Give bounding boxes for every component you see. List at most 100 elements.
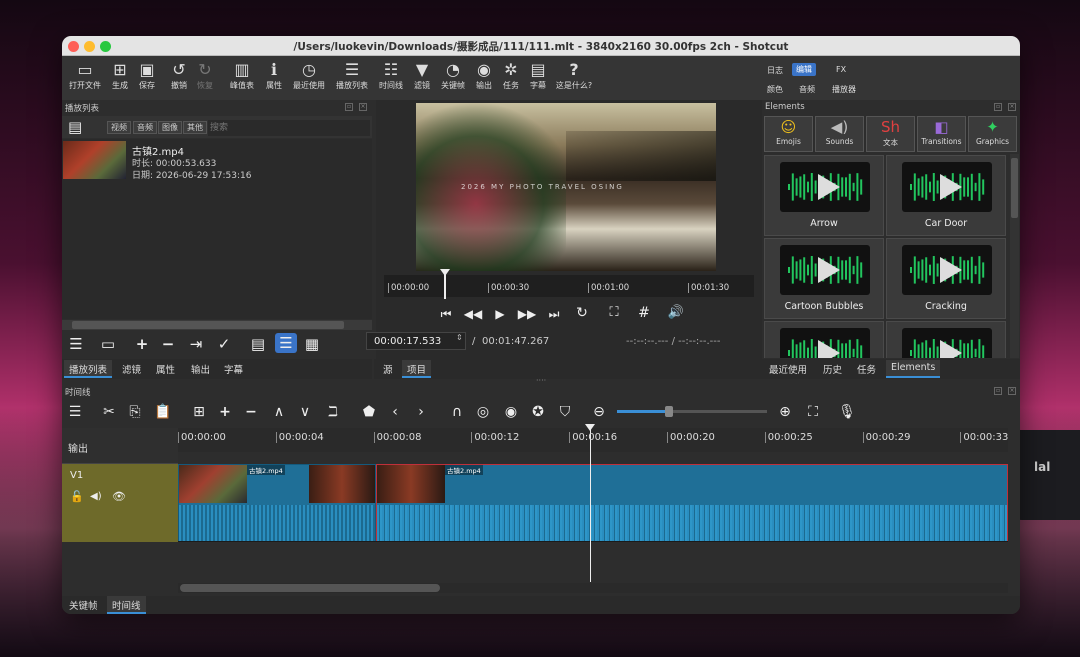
previous-marker-icon[interactable]: ‹ [386, 404, 404, 420]
add-icon[interactable]: + [132, 334, 152, 354]
timeline-button[interactable]: ☷ 时间线 [376, 60, 406, 91]
timeline-clip[interactable]: 古镇2.mp4 [178, 464, 376, 541]
zoom-out-icon[interactable]: ⊖ [590, 404, 608, 420]
play-icon[interactable]: ▶ [490, 304, 510, 324]
tab-history[interactable]: 历史 [818, 360, 847, 378]
keyframes-button[interactable]: ◔ 关键帧 [438, 60, 468, 91]
add-icon[interactable]: + [216, 404, 234, 420]
ripple-markers-icon[interactable]: ⛉ [556, 404, 574, 420]
playlist-item[interactable]: 古镇2.mp4 时长: 00:00:53.633 日期: 2026-06-29 … [62, 141, 372, 181]
copy-icon[interactable]: ⎘ [126, 404, 144, 420]
whats-this-button[interactable]: ? 这是什么? [554, 60, 594, 91]
ripple-icon[interactable]: ◉ [502, 404, 520, 420]
timeline-playhead[interactable] [585, 424, 595, 582]
float-panel-icon[interactable]: ▫ [345, 103, 353, 111]
v1-track-header[interactable]: V1 🔓 ◀) 👁 [62, 464, 178, 542]
layout-tab-fx[interactable]: FX [832, 64, 850, 75]
scrollbar-thumb[interactable] [180, 584, 440, 592]
open-file-button[interactable]: ▭ 打开文件 [68, 60, 102, 91]
tab-subtitles[interactable]: 字幕 [219, 360, 248, 378]
skip-previous-icon[interactable]: ⏮ [436, 304, 456, 324]
filter-image-toggle[interactable]: 图像 [158, 121, 182, 134]
tab-properties[interactable]: 属性 [151, 360, 180, 378]
properties-button[interactable]: ℹ 属性 [262, 60, 286, 91]
video-preview[interactable]: 2026 MY PHOTO TRAVEL OSING [416, 103, 716, 271]
output-track-header[interactable]: 输出 [62, 428, 178, 464]
filters-button[interactable]: ▼ 滤镜 [410, 60, 434, 91]
next-marker-icon[interactable]: › [412, 404, 430, 420]
float-panel-icon[interactable]: ▫ [994, 387, 1002, 395]
layout-tab-color[interactable]: 颜色 [763, 83, 787, 96]
close-panel-icon[interactable]: × [359, 103, 367, 111]
layout-tab-player[interactable]: 播放器 [828, 83, 860, 96]
split-icon[interactable]: ℶ [324, 404, 342, 420]
category-transitions[interactable]: ◧ Transitions [917, 116, 966, 152]
layout-tab-log[interactable]: 日志 [763, 64, 787, 77]
playlist-menu-icon[interactable]: ▤ [68, 118, 82, 136]
paste-icon[interactable]: 📋 [154, 404, 172, 420]
element-card-cracking[interactable]: Cracking [886, 238, 1006, 319]
open-folder-icon[interactable]: ▭ [98, 334, 118, 354]
tab-source[interactable]: 源 [378, 360, 398, 378]
tab-filters[interactable]: 滤镜 [117, 360, 146, 378]
float-panel-icon[interactable]: ▫ [994, 103, 1002, 111]
category-text[interactable]: Sh 文本 [866, 116, 915, 152]
export-button[interactable]: ◉ 输出 [472, 60, 496, 91]
tab-elements[interactable]: Elements [886, 360, 941, 378]
filter-audio-toggle[interactable]: 音频 [133, 121, 157, 134]
lock-icon[interactable]: 🔓 [70, 490, 84, 503]
zoom-in-icon[interactable]: ⊕ [776, 404, 794, 420]
overwrite-icon[interactable]: ∨ [296, 404, 314, 420]
layout-tab-audio[interactable]: 音频 [795, 83, 819, 96]
tab-export[interactable]: 输出 [186, 360, 215, 378]
category-emojis[interactable]: ☺ Emojis [764, 116, 813, 152]
volume-icon[interactable]: 🔊 [666, 303, 686, 323]
mute-icon[interactable]: ◀) [90, 491, 102, 502]
details-view-icon[interactable]: ▤ [248, 334, 268, 354]
zoom-slider-handle[interactable] [665, 406, 673, 417]
snap-icon[interactable]: ∩ [448, 404, 466, 420]
layout-tab-edit[interactable]: 编辑 [792, 63, 816, 76]
tab-timeline[interactable]: 时间线 [107, 596, 146, 614]
playlist-scrollbar[interactable] [62, 320, 372, 330]
save-button[interactable]: ▣ 保存 [136, 60, 158, 91]
scrollbar-thumb[interactable] [72, 321, 344, 329]
element-card-cartoon-bubbles[interactable]: Cartoon Bubbles [764, 238, 884, 319]
category-graphics[interactable]: ✦ Graphics [968, 116, 1017, 152]
remove-icon[interactable]: − [242, 404, 260, 420]
tiles-view-icon[interactable]: ☰ [275, 333, 297, 353]
subtitles-button[interactable]: ▤ 字幕 [526, 60, 550, 91]
icons-view-icon[interactable]: ▦ [302, 334, 322, 354]
zoom-slider[interactable] [617, 406, 767, 417]
generate-button[interactable]: ⊞ 生成 [108, 60, 132, 91]
recent-button[interactable]: ◷ 最近使用 [290, 60, 328, 91]
timeline-clip-selected[interactable]: 古镇2.mp4 [376, 464, 1008, 541]
ripple-all-icon[interactable]: ✪ [529, 404, 547, 420]
check-icon[interactable]: ✓ [214, 334, 234, 354]
eye-icon[interactable]: 👁 [112, 490, 126, 503]
redo-button[interactable]: ↻ 恢复 [194, 60, 216, 91]
elements-scrollbar[interactable] [1010, 154, 1019, 358]
zoom-fit-icon[interactable]: ⛶ [604, 303, 624, 323]
marker-icon[interactable]: ⬟ [360, 404, 378, 420]
jobs-button[interactable]: ✲ 任务 [499, 60, 523, 91]
record-audio-icon[interactable]: 🎙 [838, 404, 856, 420]
timeline-hscrollbar[interactable] [178, 583, 1008, 593]
element-card-car-door[interactable]: Car Door [886, 155, 1006, 236]
fast-forward-icon[interactable]: ▶▶ [517, 304, 537, 324]
tab-project[interactable]: 项目 [402, 360, 432, 378]
element-card[interactable] [764, 321, 884, 358]
lift-icon[interactable]: ∧ [270, 404, 288, 420]
playlist-button[interactable]: ☰ 播放列表 [334, 60, 370, 91]
tab-keyframes[interactable]: 关键帧 [64, 596, 103, 614]
timeline-menu-icon[interactable]: ☰ [66, 404, 84, 420]
element-card-arrow[interactable]: Arrow [764, 155, 884, 236]
time-spinner-icon[interactable]: ⇕ [456, 333, 463, 342]
filter-video-toggle[interactable]: 视频 [107, 121, 131, 134]
scrub-icon[interactable]: ◎ [474, 404, 492, 420]
rewind-icon[interactable]: ◀◀ [463, 304, 483, 324]
undo-button[interactable]: ↺ 撤销 [168, 60, 190, 91]
tab-recent[interactable]: 最近使用 [764, 360, 812, 378]
element-card[interactable] [886, 321, 1006, 358]
loop-icon[interactable]: ↻ [572, 303, 592, 323]
